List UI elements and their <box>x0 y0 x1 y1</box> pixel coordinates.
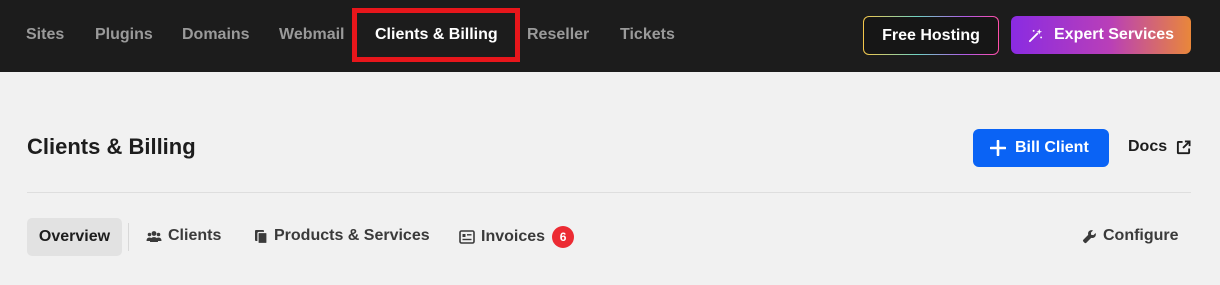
docs-label: Docs <box>1128 138 1168 155</box>
invoices-count-badge: 6 <box>552 226 575 248</box>
wrench-icon <box>1082 229 1097 244</box>
top-nav-bar: Sites Plugins Domains Webmail Clients & … <box>0 0 1220 72</box>
page-title: Clients & Billing <box>27 134 196 159</box>
copy-document-icon <box>254 229 268 244</box>
tab-clients[interactable]: Clients <box>146 226 221 246</box>
expert-services-button[interactable]: Expert Services <box>1011 16 1191 54</box>
nav-tickets[interactable]: Tickets <box>620 24 675 46</box>
nav-reseller[interactable]: Reseller <box>527 24 589 46</box>
invoice-icon <box>459 230 475 244</box>
bill-client-button[interactable]: Bill Client <box>973 129 1109 167</box>
users-icon <box>146 230 162 243</box>
tab-products-label: Products & Services <box>274 227 430 244</box>
nav-plugins[interactable]: Plugins <box>95 24 153 46</box>
configure-button[interactable]: Configure <box>1082 226 1179 246</box>
free-hosting-label: Free Hosting <box>864 17 998 54</box>
magic-wand-icon <box>1028 28 1043 43</box>
tab-invoices[interactable]: Invoices 6 <box>459 226 575 248</box>
expert-services-label: Expert Services <box>1054 26 1175 43</box>
bill-client-label: Bill Client <box>1015 139 1089 156</box>
nav-sites[interactable]: Sites <box>26 24 64 46</box>
nav-webmail[interactable]: Webmail <box>279 24 345 46</box>
external-link-icon <box>1176 139 1191 155</box>
tab-products-services[interactable]: Products & Services <box>254 226 430 246</box>
free-hosting-button[interactable]: Free Hosting <box>863 16 999 55</box>
header-divider <box>27 192 1191 193</box>
tab-separator <box>128 223 129 251</box>
configure-label: Configure <box>1103 227 1179 244</box>
tab-overview[interactable]: Overview <box>27 218 122 256</box>
plus-icon <box>990 140 1006 156</box>
tab-invoices-label: Invoices <box>481 228 546 245</box>
docs-link[interactable]: Docs <box>1128 138 1191 156</box>
nav-domains[interactable]: Domains <box>182 24 250 46</box>
active-nav-highlight <box>352 8 520 62</box>
tab-clients-label: Clients <box>168 227 222 244</box>
